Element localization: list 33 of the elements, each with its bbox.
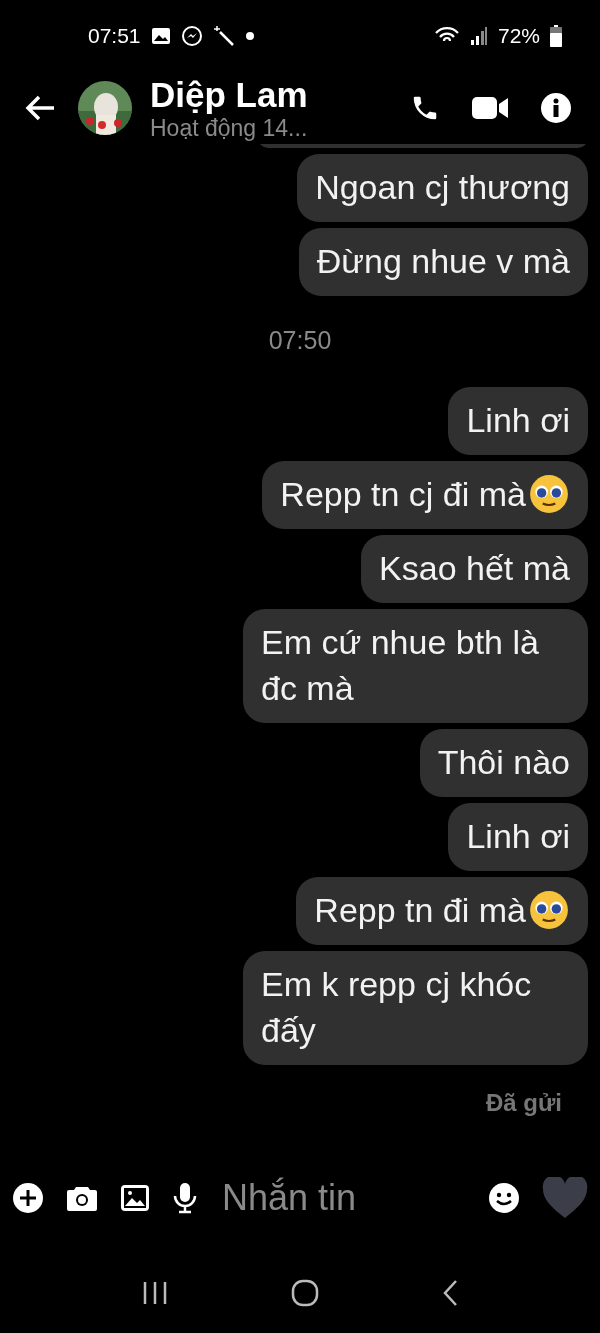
- message-bubble[interactable]: Thôi nào: [419, 729, 588, 797]
- message-bubble[interactable]: Repp tn đi mà: [296, 877, 588, 945]
- timestamp: 07:50: [268, 325, 332, 356]
- recent-apps-icon[interactable]: [141, 1281, 168, 1305]
- activity-status: Hoạt động 14...: [150, 115, 309, 141]
- message-input[interactable]: Nhắn tin: [220, 1176, 466, 1220]
- magic-wand-icon: [212, 25, 235, 47]
- message-bubble[interactable]: Linh ơi: [448, 387, 588, 455]
- dot-icon: [244, 31, 255, 41]
- message-bubble[interactable]: Em cứ nhue bth là đc mà: [243, 609, 588, 723]
- signal-icon: [469, 26, 488, 46]
- contact-name: Diệp Lam: [150, 75, 309, 115]
- camera-icon[interactable]: [66, 1184, 98, 1212]
- messenger-icon: [180, 25, 203, 47]
- message-bubble[interactable]: Linh ơi: [448, 803, 588, 871]
- message-bubble[interactable]: Repp tn cj đi mà: [262, 461, 588, 529]
- add-icon[interactable]: [12, 1182, 44, 1214]
- status-time: 07:51: [88, 24, 141, 48]
- gallery-icon: [150, 27, 171, 45]
- image-icon[interactable]: [120, 1184, 150, 1212]
- info-icon[interactable]: [540, 92, 572, 124]
- smiley-icon[interactable]: [488, 1182, 520, 1214]
- microphone-icon[interactable]: [172, 1182, 198, 1214]
- message-bubble[interactable]: Em k repp cj khóc đấy: [243, 951, 588, 1065]
- back-nav-icon[interactable]: [442, 1279, 459, 1307]
- battery-icon: [550, 25, 562, 47]
- delivery-status: Đã gửi: [485, 1088, 563, 1117]
- video-camera-icon[interactable]: [472, 95, 508, 121]
- battery-percentage: 72%: [497, 24, 540, 48]
- message-bubble[interactable]: Đừng nhue v mà: [298, 228, 588, 296]
- message-bubble[interactable]: Ksao hết mà: [361, 535, 588, 603]
- home-icon[interactable]: [291, 1279, 319, 1307]
- message-bubble[interactable]: Ngoan cj thương: [297, 154, 588, 222]
